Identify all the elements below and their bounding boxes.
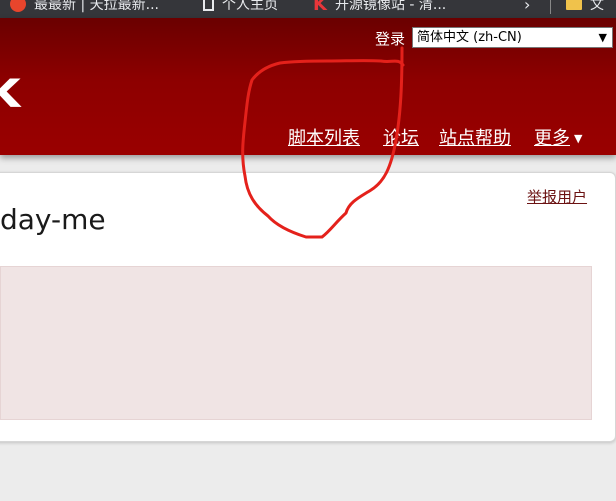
language-select-value: 简体中文 (zh-CN) <box>417 30 522 45</box>
site-favicon-icon <box>10 0 26 12</box>
nav-forum-link[interactable]: 论坛 <box>383 124 419 150</box>
bookmark-label: 最最新 | 天拉最新... <box>34 0 159 13</box>
chevron-down-icon: ▼ <box>598 31 607 44</box>
site-header: k 登录 简体中文 (zh-CN) ▼ 脚本列表 论坛 站点帮助 更多 ▼ <box>0 18 616 155</box>
dropdown-arrow-icon: ▼ <box>574 132 583 145</box>
bookmark-label: 开源镜像站 - 清... <box>334 0 447 13</box>
nav-more-menu[interactable]: 更多 ▼ <box>534 124 582 150</box>
report-user-link[interactable]: 举报用户 <box>527 186 587 207</box>
bookmark-item[interactable]: 个人主页 <box>203 0 278 14</box>
bookmark-item[interactable]: 最最新 | 天拉最新... <box>10 0 159 14</box>
nav-more-label: 更多 <box>534 128 570 149</box>
bookmark-item[interactable]: K 开源镜像站 - 清... <box>313 0 447 15</box>
nav-scripts-link[interactable]: 脚本列表 <box>288 124 360 150</box>
username-heading: day-me <box>0 203 106 236</box>
bookmark-overflow-label[interactable]: 文 <box>590 0 604 14</box>
profile-content-box <box>0 266 592 420</box>
bookmarks-bar: 最最新 | 天拉最新... 个人主页 K 开源镜像站 - 清... › 文 <box>0 0 616 18</box>
nav-help-link[interactable]: 站点帮助 <box>439 124 511 150</box>
k-logo-icon: K <box>313 0 327 15</box>
folder-icon[interactable] <box>566 0 582 10</box>
bookmarks-divider <box>550 0 551 14</box>
chevron-right-icon[interactable]: › <box>524 0 530 14</box>
login-link[interactable]: 登录 <box>375 28 405 49</box>
bookmark-label: 个人主页 <box>222 0 278 13</box>
page-icon <box>203 0 214 11</box>
site-logo[interactable]: k <box>0 64 21 116</box>
language-select[interactable]: 简体中文 (zh-CN) ▼ <box>412 27 613 48</box>
